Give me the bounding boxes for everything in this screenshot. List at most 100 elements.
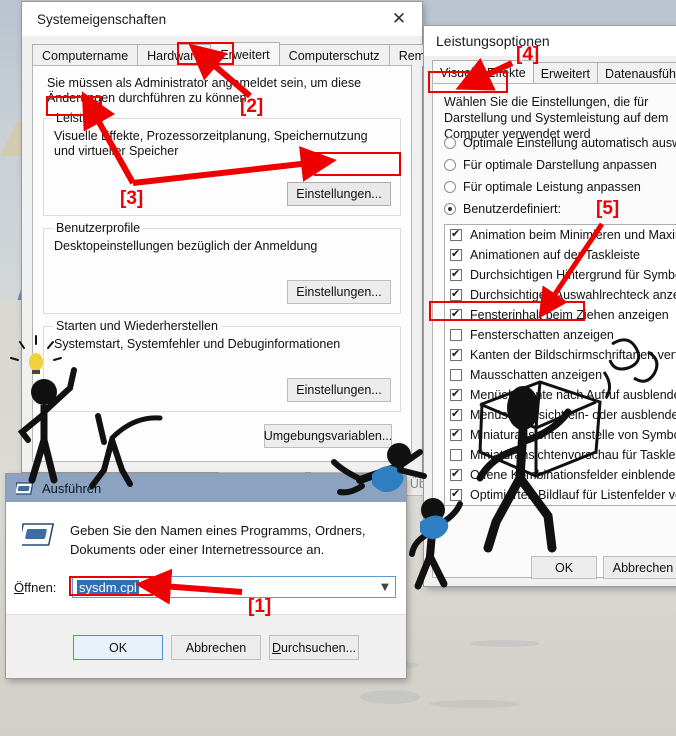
run-open-value[interactable]: sysdm.cpl xyxy=(77,579,139,595)
list-item[interactable]: Mausschatten anzeigen xyxy=(445,365,676,385)
benutzerprofile-einstellungen-button[interactable]: Einstellungen... xyxy=(287,280,391,304)
starten-einstellungen-button[interactable]: Einstellungen... xyxy=(287,378,391,402)
run-dialog-titlebar: Ausführen ✕ xyxy=(6,474,406,502)
run-open-input[interactable]: sysdm.cpl ▼ xyxy=(72,576,396,598)
radio-label-optimale-darstellung: Für optimale Darstellung anpassen xyxy=(463,158,657,172)
performance-options-ok-button[interactable]: OK xyxy=(531,556,597,579)
radio-benutzerdefiniert[interactable]: Benutzerdefiniert: xyxy=(444,202,561,216)
starten-wiederherstellen-groupbox: Starten und Wiederherstellen Systemstart… xyxy=(43,319,401,412)
list-item[interactable]: Menüs in Ansicht ein- oder ausblenden xyxy=(445,405,676,425)
checkbox-icon-fensterinhalt-ziehen[interactable] xyxy=(450,307,462,321)
run-dialog-footer: OK Abbrechen Durchsuchen... xyxy=(6,614,406,678)
benutzerprofile-group-desc: Desktopeinstellungen bezüglich der Anmel… xyxy=(54,239,318,253)
tab-computername[interactable]: Computername xyxy=(32,44,139,66)
performance-options-window: Leistungsoptionen Visuelle Effekte Erwei… xyxy=(424,26,676,586)
checkbox-icon-kanten-schriftarten[interactable] xyxy=(450,347,462,361)
benutzerprofile-groupbox: Benutzerprofile Desktopeinstellungen bez… xyxy=(43,221,401,314)
list-item[interactable]: Peek aktivieren xyxy=(445,505,676,506)
system-properties-tabstrip: Computername Hardware Erweitert Computer… xyxy=(32,42,453,66)
starten-wiederherstellen-group-desc: Systemstart, Systemfehler und Debuginfor… xyxy=(54,337,341,351)
list-item-label: Animation beim Minimieren und Maximieren… xyxy=(470,228,676,242)
list-item-label: Miniaturansichten anstelle von Symbolen … xyxy=(470,428,676,442)
list-item[interactable]: Menüelemente nach Aufruf ausblenden xyxy=(445,385,676,405)
list-item-label: Mausschatten anzeigen xyxy=(470,368,603,382)
list-item[interactable]: Animation beim Minimieren und Maximieren… xyxy=(445,225,676,245)
system-properties-body: Computername Hardware Erweitert Computer… xyxy=(22,36,489,496)
visual-effects-lead-text: Wählen Sie die Einstellungen, die für Da… xyxy=(444,95,669,141)
starten-wiederherstellen-group-title: Starten und Wiederherstellen xyxy=(53,319,221,333)
list-item[interactable]: Fensterinhalt beim Ziehen anzeigen xyxy=(445,305,676,325)
performance-options-cancel-button[interactable]: Abbrechen xyxy=(603,556,676,579)
run-dialog-window: Ausführen ✕ Geben Sie den Namen eines Pr… xyxy=(6,474,406,678)
erweitert-tab-page: Sie müssen als Administrator angemeldet … xyxy=(32,65,489,496)
radio-label-benutzerdefiniert: Benutzerdefiniert: xyxy=(463,202,561,216)
checkbox-icon-mausschatten[interactable] xyxy=(450,369,462,381)
system-properties-window: Systemeigenschaften ✕ Computername Hardw… xyxy=(22,2,489,496)
run-ok-button[interactable]: OK xyxy=(73,635,163,660)
radio-optimale-darstellung[interactable]: Für optimale Darstellung anpassen xyxy=(444,158,657,172)
admin-note: Sie müssen als Administrator angemeldet … xyxy=(47,76,362,105)
list-item-label: Menüelemente nach Aufruf ausblenden xyxy=(470,388,676,402)
checkbox-icon-miniaturansichten-symbole[interactable] xyxy=(450,427,462,441)
list-item[interactable]: Optimierten Bildlauf für Listenfelder ve… xyxy=(445,485,676,505)
tab-perf-erweitert[interactable]: Erweitert xyxy=(532,62,599,84)
list-item[interactable]: Durchsichtigen Hintergrund für Symbolunt… xyxy=(445,265,676,285)
performance-options-tabstrip: Visuelle Effekte Erweitert Datenausführu… xyxy=(432,60,676,84)
checkbox-icon-miniaturansichtenvorschau[interactable] xyxy=(450,449,462,461)
performance-options-titlebar: Leistungsoptionen xyxy=(424,26,676,56)
radio-icon-optimale-einstellung xyxy=(444,137,456,149)
tab-visuelle-effekte[interactable]: Visuelle Effekte xyxy=(432,60,534,84)
tab-hardware[interactable]: Hardware xyxy=(137,44,212,66)
leistung-einstellungen-button[interactable]: Einstellungen... xyxy=(287,182,391,206)
radio-icon-optimale-darstellung xyxy=(444,159,456,171)
list-item[interactable]: Miniaturansichten anstelle von Symbolen … xyxy=(445,425,676,445)
radio-optimale-leistung[interactable]: Für optimale Leistung anpassen xyxy=(444,180,641,194)
checkbox-icon-optimierter-bildlauf[interactable] xyxy=(450,487,462,501)
tab-datenausfuehrungsverhinderung[interactable]: Datenausführungsverhi xyxy=(597,62,676,84)
visual-effects-checkbox-list[interactable]: Animation beim Minimieren und Maximieren… xyxy=(444,224,676,506)
list-item-label: Menüs in Ansicht ein- oder ausblenden xyxy=(470,408,676,422)
close-icon[interactable]: ✕ xyxy=(376,2,422,36)
list-item-label: Durchsichtiges Auswahlrechteck anzeigen xyxy=(470,288,676,302)
list-item[interactable]: Animationen auf der Taskleiste xyxy=(445,245,676,265)
list-item-label: Durchsichtigen Hintergrund für Symbolunt… xyxy=(470,268,676,282)
checkbox-icon-menues-ansicht[interactable] xyxy=(450,407,462,421)
fensterschatten-anzeigen-checkbox[interactable]: Fensterschatten anzeigen xyxy=(445,325,676,345)
list-item[interactable]: Kanten der Bildschirmschriftarten verfei… xyxy=(445,345,676,365)
list-item-label: Offene Kombinationsfelder einblenden xyxy=(470,468,676,482)
checkbox-icon-animationen-taskleiste[interactable] xyxy=(450,247,462,261)
run-program-icon xyxy=(22,523,55,546)
run-dialog-body: Geben Sie den Namen eines Programms, Ord… xyxy=(6,502,406,678)
checkbox-icon-durchsichtiges-auswahlrechteck[interactable] xyxy=(450,287,462,301)
run-browse-button[interactable]: Durchsuchen... xyxy=(269,635,359,660)
tab-erweitert[interactable]: Erweitert xyxy=(210,42,280,66)
close-icon[interactable]: ✕ xyxy=(366,474,406,502)
checkbox-icon-animation-minimieren[interactable] xyxy=(450,227,462,241)
radio-label-optimale-einstellung: Optimale Einstellung automatisch auswähl… xyxy=(463,136,676,150)
radio-icon-benutzerdefiniert xyxy=(444,203,456,215)
radio-icon-optimale-leistung xyxy=(444,181,456,193)
wallpaper-texture-2 xyxy=(430,700,520,708)
checkbox-icon-durchsichtiger-hintergrund[interactable] xyxy=(450,267,462,281)
umgebungsvariablen-button[interactable]: Umgebungsvariablen... xyxy=(264,424,392,448)
chevron-down-icon[interactable]: ▼ xyxy=(375,582,395,593)
tab-computerschutz[interactable]: Computerschutz xyxy=(278,44,390,66)
run-cancel-button[interactable]: Abbrechen xyxy=(171,635,261,660)
run-dialog-title: Ausführen xyxy=(42,480,102,496)
run-window-icon xyxy=(16,481,34,495)
list-item[interactable]: Miniaturansichtenvorschau für Taskleiste… xyxy=(445,445,676,465)
checkbox-icon-fensterschatten[interactable] xyxy=(450,329,462,341)
leistung-groupbox: Leistung Visuelle Effekte, Prozessorzeit… xyxy=(43,111,401,216)
list-item[interactable]: Offene Kombinationsfelder einblenden xyxy=(445,465,676,485)
checkbox-icon-menuelemente-ausblenden[interactable] xyxy=(450,387,462,401)
list-item-label: Optimierten Bildlauf für Listenfelder ve… xyxy=(470,488,676,502)
performance-options-title: Leistungsoptionen xyxy=(436,33,550,49)
checkbox-icon-kombinationsfelder[interactable] xyxy=(450,467,462,481)
list-item-label: Miniaturansichtenvorschau für Taskleiste… xyxy=(470,448,676,462)
leistung-group-title: Leistung xyxy=(53,111,107,125)
radio-optimale-einstellung[interactable]: Optimale Einstellung automatisch auswähl… xyxy=(444,136,676,150)
list-item-label: Fensterschatten anzeigen xyxy=(470,328,614,342)
list-item[interactable]: Durchsichtiges Auswahlrechteck anzeigen xyxy=(445,285,676,305)
radio-label-optimale-leistung: Für optimale Leistung anpassen xyxy=(463,180,641,194)
visuelle-effekte-tab-page: Wählen Sie die Einstellungen, die für Da… xyxy=(432,83,676,579)
